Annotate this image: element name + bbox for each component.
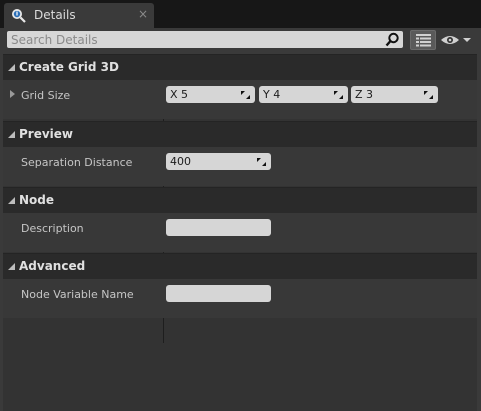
category-preview[interactable]: Preview [3, 121, 477, 147]
property-row-description: Description [3, 213, 477, 252]
field-value: 400 [170, 155, 191, 168]
category-title: Advanced [19, 259, 86, 273]
property-row-separation-distance: Separation Distance 400 [3, 147, 477, 186]
collapse-arrow-icon [8, 263, 15, 270]
search-placeholder: Search Details [11, 33, 98, 47]
property-row-grid-size: Grid Size X 5 Y 4 Z 3 [3, 80, 477, 119]
property-label: Description [21, 222, 84, 235]
field-value: X 5 [170, 88, 189, 101]
chevron-down-icon [463, 38, 471, 42]
category-advanced[interactable]: Advanced [3, 253, 477, 279]
field-value: Y 4 [263, 88, 281, 101]
details-magnifier-icon [12, 9, 26, 23]
collapse-arrow-icon [8, 197, 15, 204]
node-variable-name-field[interactable] [166, 285, 271, 302]
drag-handle-icon [241, 91, 250, 99]
grid-size-y-field[interactable]: Y 4 [259, 86, 348, 103]
search-icon[interactable] [385, 32, 400, 47]
eye-icon [441, 36, 471, 44]
category-title: Node [19, 193, 55, 207]
grid-list-icon [416, 34, 431, 47]
property-row-node-variable-name: Node Variable Name [3, 279, 477, 318]
category-title: Preview [19, 127, 74, 141]
drag-handle-icon [257, 158, 266, 166]
field-value: Z 3 [355, 88, 374, 101]
tab-strip: Details × [0, 0, 481, 28]
property-label: Node Variable Name [21, 288, 134, 301]
collapse-arrow-icon [8, 131, 15, 138]
drag-handle-icon [334, 91, 343, 99]
separation-distance-field[interactable]: 400 [166, 153, 271, 170]
category-title: Create Grid 3D [19, 60, 119, 74]
category-create-grid-3d[interactable]: Create Grid 3D [3, 54, 477, 80]
category-node[interactable]: Node [3, 187, 477, 213]
details-body: Create Grid 3D Grid Size X 5 Y 4 Z 3 Pre… [3, 54, 477, 411]
tab-details[interactable]: Details × [4, 3, 154, 28]
property-matrix-button[interactable] [410, 30, 436, 50]
property-label: Separation Distance [21, 156, 133, 169]
description-field[interactable] [166, 219, 271, 236]
details-panel: Search Details Create Grid 3D Grid Size … [0, 28, 481, 411]
expand-arrow-icon[interactable] [10, 90, 15, 98]
search-input[interactable]: Search Details [7, 31, 403, 48]
view-options-button[interactable] [440, 32, 474, 48]
grid-size-x-field[interactable]: X 5 [166, 86, 255, 103]
grid-size-z-field[interactable]: Z 3 [351, 86, 438, 103]
close-icon[interactable]: × [138, 7, 148, 21]
tab-title: Details [34, 8, 76, 22]
collapse-arrow-icon [8, 64, 15, 71]
property-label: Grid Size [21, 89, 71, 102]
drag-handle-icon [424, 91, 433, 99]
